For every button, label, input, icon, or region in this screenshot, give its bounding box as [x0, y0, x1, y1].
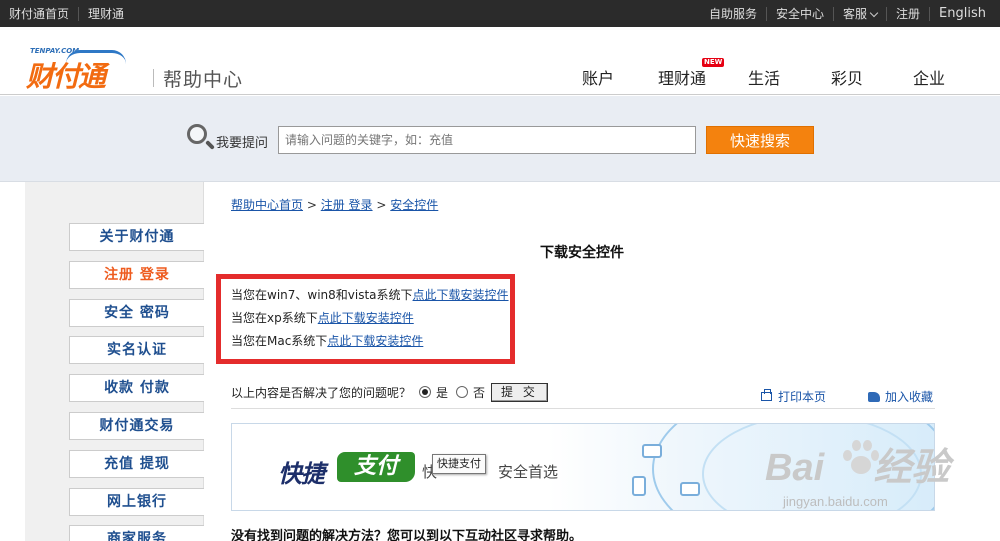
download-prefix: 当您在xp系统下 — [231, 311, 318, 325]
download-link-win[interactable]: 点此下载安装控件 — [413, 288, 509, 302]
top-link-english[interactable]: English — [929, 6, 1000, 21]
printer-icon — [761, 389, 772, 401]
banner-tooltip: 快捷支付 — [432, 454, 486, 474]
divider — [231, 408, 935, 409]
sidebar-item-security-password[interactable]: 安全 密码 — [69, 298, 204, 327]
search-band: 我要提问 快速搜索 — [0, 96, 1000, 182]
download-link-mac[interactable]: 点此下载安装控件 — [327, 334, 423, 348]
help-community-text: 没有找到问题的解决方法？您可以到以下互动社区寻求帮助。 — [231, 529, 583, 541]
sidebar-item-transactions[interactable]: 财付通交易 — [69, 411, 204, 440]
banner-zhifu-badge: 支付 — [337, 452, 415, 482]
feedback-row: 以上内容是否解决了您的问题呢？ 是 否 提 交 — [231, 382, 548, 402]
download-prefix: 当您在win7、win8和vista系统下 — [231, 288, 413, 302]
paw-icon — [839, 436, 879, 480]
card-icon — [642, 444, 662, 458]
top-link-customer-service[interactable]: 客服 — [833, 6, 886, 21]
nav-enterprise[interactable]: 企业 — [913, 65, 945, 89]
banner-safe-text: 安全首选 — [498, 463, 559, 481]
nav-account[interactable]: 账户 — [582, 65, 614, 89]
radio-yes[interactable] — [419, 386, 432, 398]
sidebar-item-about[interactable]: 关于财付通 — [69, 223, 204, 251]
watermark-jingyan: 经验 — [873, 447, 950, 489]
watermark-brand: Bai — [765, 447, 825, 489]
top-bar-right: 自助服务 安全中心 客服 注册 English — [700, 0, 1000, 27]
quick-search-button[interactable]: 快速搜索 — [706, 126, 814, 154]
sidebar-item-merchant[interactable]: 商家服务 — [69, 525, 204, 541]
add-favorite-link[interactable]: 加入收藏 — [868, 388, 933, 405]
radio-no-label: 否 — [473, 385, 486, 400]
nav-licaitong[interactable]: 理财通 — [658, 65, 706, 89]
favorite-label: 加入收藏 — [885, 390, 934, 404]
search-input[interactable] — [278, 126, 696, 154]
nav-life[interactable]: 生活 — [748, 65, 780, 89]
new-badge: NEW — [702, 58, 725, 67]
download-prefix: 当您在Mac系统下 — [231, 334, 328, 348]
submit-button[interactable]: 提 交 — [491, 382, 548, 402]
watermark-url: jingyan.baidu.com — [783, 494, 888, 509]
top-link-security-center[interactable]: 安全中心 — [766, 6, 833, 21]
cart-icon — [680, 482, 700, 496]
breadcrumb: 帮助中心首页 > 注册 登录 > 安全控件 — [231, 196, 438, 213]
download-line-mac: 当您在Mac系统下点此下载安装控件 — [231, 332, 423, 349]
top-link-register[interactable]: 注册 — [886, 6, 929, 21]
customer-service-label: 客服 — [843, 6, 868, 21]
sidebar-item-register-login[interactable]: 注册 登录 — [69, 260, 204, 289]
chevron-down-icon — [869, 8, 879, 17]
download-link-xp[interactable]: 点此下载安装控件 — [318, 311, 414, 325]
top-link-licaitong[interactable]: 理财通 — [79, 7, 133, 21]
top-bar: 财付通首页 理财通 自助服务 安全中心 客服 注册 English — [0, 0, 1000, 27]
sidebar-item-online-bank[interactable]: 网上银行 — [69, 487, 204, 516]
nav-caibei[interactable]: 彩贝 — [831, 65, 863, 89]
phone-icon — [632, 476, 646, 496]
search-icon — [187, 124, 207, 144]
breadcrumb-security-control[interactable]: 安全控件 — [390, 198, 438, 212]
baidu-watermark: Bai 经验 jingyan.baidu.com — [765, 436, 950, 509]
page-title: 下载安全控件 — [540, 245, 624, 261]
print-label: 打印本页 — [778, 390, 827, 404]
ask-question-label: 我要提问 — [216, 136, 269, 151]
breadcrumb-register-login[interactable]: 注册 登录 — [321, 198, 373, 212]
sidebar: 关于财付通 注册 登录 安全 密码 实名认证 收款 付款 财付通交易 充值 提现… — [69, 223, 204, 541]
top-link-self-service[interactable]: 自助服务 — [700, 7, 766, 21]
sidebar-item-receive-pay[interactable]: 收款 付款 — [69, 374, 204, 403]
main-nav: 账户 理财通 生活 彩贝 企业 — [0, 65, 1000, 89]
radio-yes-label: 是 — [436, 385, 449, 400]
breadcrumb-separator: > — [376, 198, 387, 212]
breadcrumb-separator: > — [306, 198, 317, 212]
sidebar-item-real-name[interactable]: 实名认证 — [69, 336, 204, 365]
favorite-icon — [868, 391, 880, 402]
top-bar-left: 财付通首页 理财通 — [0, 0, 133, 27]
print-page-link[interactable]: 打印本页 — [761, 388, 826, 405]
download-line-win: 当您在win7、win8和vista系统下点此下载安装控件 — [231, 286, 509, 303]
breadcrumb-home[interactable]: 帮助中心首页 — [231, 198, 303, 212]
sidebar-item-recharge-withdraw[interactable]: 充值 提现 — [69, 449, 204, 478]
download-line-xp: 当您在xp系统下点此下载安装控件 — [231, 309, 414, 326]
top-link-tenpay-home[interactable]: 财付通首页 — [0, 6, 80, 21]
radio-no[interactable] — [456, 386, 469, 398]
banner-kuaijie-text: 快捷 — [278, 460, 325, 488]
feedback-question: 以上内容是否解决了您的问题呢？ — [231, 385, 412, 400]
